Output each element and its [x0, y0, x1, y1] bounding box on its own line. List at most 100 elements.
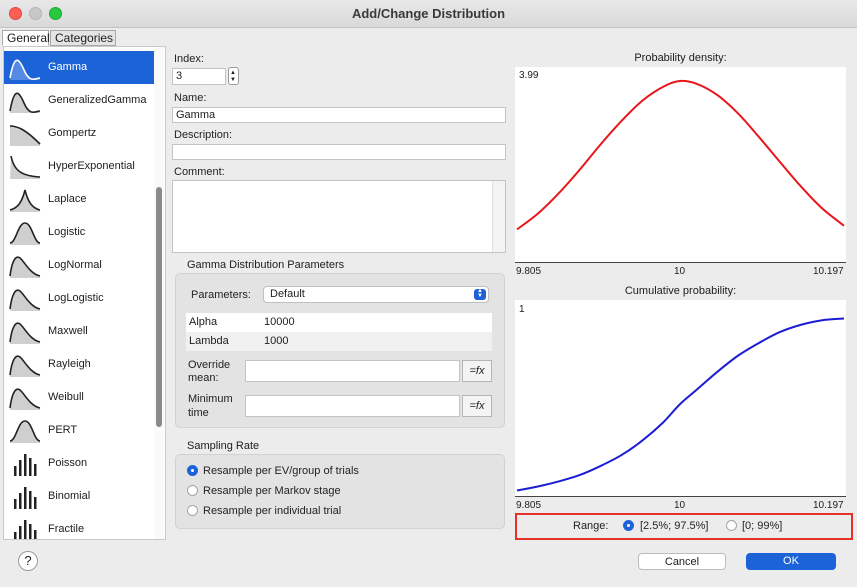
param-value[interactable]: 1000 [264, 335, 288, 347]
description-label: Description: [174, 129, 233, 141]
distribution-item[interactable]: LogNormal [4, 249, 154, 282]
minimum-time-field[interactable] [245, 395, 460, 417]
index-stepper[interactable]: ▲ ▼ [228, 67, 239, 85]
distribution-list[interactable]: Gamma GeneralizedGamma Gompertz HyperExp… [3, 46, 166, 540]
range-option-0-99-radio[interactable] [726, 520, 737, 531]
distribution-item-label: Gamma [48, 61, 88, 73]
laplace-curve-icon [9, 189, 41, 212]
sampling-option-markov-radio[interactable] [187, 485, 198, 496]
comment-scrollbar[interactable] [492, 181, 505, 252]
distribution-item[interactable]: Fractile [4, 513, 154, 539]
distribution-item[interactable]: Rayleigh [4, 348, 154, 381]
cumulative-xtick-max: 10.197 [813, 500, 844, 511]
bar-histogram-icon [14, 520, 37, 539]
bell-curve-icon [9, 222, 41, 245]
cumulative-ytick-top: 1 [519, 304, 525, 315]
title-bar: Add/Change Distribution [0, 0, 857, 28]
sampling-group-title: Sampling Rate [187, 440, 260, 452]
add-change-distribution-window: Add/Change Distribution General Categori… [0, 0, 857, 587]
override-mean-label-1: Override [188, 359, 231, 371]
distribution-item-label: Maxwell [48, 325, 88, 337]
parameters-select-value: Default [270, 288, 305, 300]
distribution-item[interactable]: HyperExponential [4, 150, 154, 183]
density-ytick-top: 3.99 [519, 70, 539, 81]
series-line [516, 79, 845, 231]
gompertz-curve-icon [9, 125, 41, 146]
ok-button[interactable]: OK [746, 553, 836, 570]
chevron-updown-icon[interactable]: ▲ ▼ [474, 288, 486, 300]
parameters-select[interactable]: Default ▲ ▼ [263, 286, 489, 303]
distribution-item-label: Poisson [48, 457, 88, 469]
sampling-option-ev-radio[interactable] [187, 465, 198, 476]
override-mean-label-2: mean: [188, 372, 219, 384]
distribution-item[interactable]: GeneralizedGamma [4, 84, 154, 117]
range-option-label[interactable]: [0; 99%] [742, 520, 782, 532]
sampling-option-label[interactable]: Resample per EV/group of trials [203, 465, 359, 477]
distribution-item-label: Laplace [48, 193, 87, 205]
skewed-curve-icon [9, 388, 41, 410]
cumulative-xtick-min: 9.805 [516, 500, 542, 511]
override-mean-fx-button[interactable]: =fx [462, 360, 492, 382]
scrollbar-thumb[interactable] [156, 187, 162, 427]
cumulative-chart-title: Cumulative probability: [624, 285, 737, 297]
sampling-option-label[interactable]: Resample per individual trial [203, 505, 341, 517]
help-button[interactable]: ? [18, 551, 38, 571]
stepper-down-icon[interactable]: ▼ [230, 77, 236, 83]
distribution-item[interactable]: Poisson [4, 447, 154, 480]
sampling-option-trial-radio[interactable] [187, 505, 198, 516]
distribution-item-label: Gompertz [48, 127, 97, 139]
name-field[interactable]: Gamma [172, 107, 506, 123]
distribution-item-label: Binomial [48, 490, 91, 502]
distribution-item[interactable]: Gamma [4, 51, 154, 84]
minimum-time-fx-button[interactable]: =fx [462, 395, 492, 417]
cancel-button[interactable]: Cancel [638, 553, 726, 570]
exponential-curve-icon [10, 155, 41, 179]
table-row[interactable]: Alpha 10000 [186, 313, 492, 332]
index-label: Index: [174, 53, 204, 65]
distribution-item-label: Rayleigh [48, 358, 91, 370]
tab-categories[interactable]: Categories [50, 30, 116, 46]
range-label: Range: [573, 520, 609, 532]
skewed-curve-icon [9, 355, 41, 377]
distribution-item[interactable]: Weibull [4, 381, 154, 414]
density-xtick-mid: 10 [674, 266, 686, 277]
density-chart-svg [515, 79, 846, 263]
distribution-item[interactable]: Logistic [4, 216, 154, 249]
distribution-list-scrollbar[interactable] [154, 47, 164, 539]
distribution-item[interactable]: Laplace [4, 183, 154, 216]
tab-general[interactable]: General [2, 30, 50, 46]
name-label: Name: [174, 92, 207, 104]
skewed-curve-icon [9, 256, 41, 278]
skewed-curve-icon [9, 289, 41, 311]
density-chart [515, 67, 846, 263]
bar-histogram-icon [14, 454, 37, 476]
density-chart-title: Probability density: [634, 52, 727, 64]
cumulative-chart-svg [515, 317, 846, 497]
distribution-item[interactable]: Gompertz [4, 117, 154, 150]
sampling-option-label[interactable]: Resample per Markov stage [203, 485, 341, 497]
range-option-2-5-radio[interactable] [623, 520, 634, 531]
bell-curve-icon [9, 420, 41, 443]
distribution-item[interactable]: PERT [4, 414, 154, 447]
distribution-item-label: PERT [48, 424, 78, 436]
index-field[interactable]: 3 [172, 68, 226, 85]
params-table: Alpha 10000 Lambda 1000 [186, 313, 492, 351]
window-title: Add/Change Distribution [351, 6, 506, 21]
distribution-item-label: GeneralizedGamma [48, 94, 147, 106]
gamma-curve-icon [9, 92, 41, 114]
skewed-curve-icon [9, 322, 41, 344]
param-value[interactable]: 10000 [264, 316, 295, 328]
parameters-label: Parameters: [191, 289, 251, 301]
range-option-label[interactable]: [2.5%; 97.5%] [640, 520, 709, 532]
table-row[interactable]: Lambda 1000 [186, 332, 492, 351]
comment-textarea[interactable] [172, 180, 506, 253]
stepper-up-icon[interactable]: ▲ [230, 70, 236, 76]
distribution-item[interactable]: LogLogistic [4, 282, 154, 315]
description-field[interactable] [172, 144, 506, 160]
override-mean-field[interactable] [245, 360, 460, 382]
param-name: Lambda [189, 335, 229, 347]
distribution-item-label: HyperExponential [48, 160, 135, 172]
distribution-item[interactable]: Binomial [4, 480, 154, 513]
distribution-item[interactable]: Maxwell [4, 315, 154, 348]
param-name: Alpha [189, 316, 218, 328]
